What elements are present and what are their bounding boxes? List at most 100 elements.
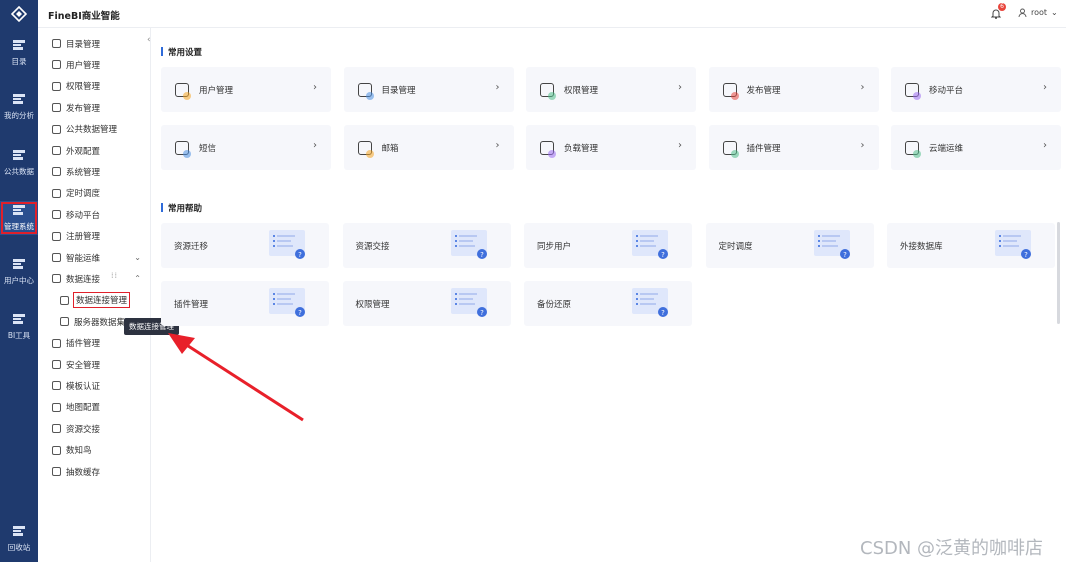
menu-item-icon <box>52 402 61 412</box>
chevron-right-icon: › <box>678 140 682 151</box>
menu-item-icon <box>52 467 61 476</box>
user-menu[interactable]: root ⌄ <box>1018 8 1058 17</box>
card-icon-dot <box>913 92 921 100</box>
rail-label: 用户中心 <box>4 276 34 285</box>
card-icon-dot <box>365 92 374 100</box>
rail-item-1[interactable]: 我的分析 <box>0 90 38 124</box>
menu-item-6[interactable]: 系统管理 <box>38 161 151 182</box>
card-label: 云端运维 <box>929 143 964 154</box>
menu-item-15[interactable]: 安全管理 <box>38 354 151 375</box>
rail-item-4[interactable]: 用户中心 <box>0 255 38 289</box>
card-icon-dot <box>548 150 556 158</box>
svg-text:?: ? <box>661 309 665 317</box>
settings-card[interactable]: 发布管理 › <box>708 67 879 112</box>
menu-item-label: 安全管理 <box>66 360 101 371</box>
card-label: 插件管理 <box>174 300 209 310</box>
menu-item-icon <box>52 231 61 241</box>
chevron-icon: ⌄ <box>134 253 141 262</box>
menu-item-16[interactable]: 模板认证 <box>38 375 151 396</box>
settings-card[interactable]: 目录管理 › <box>343 67 514 112</box>
menu-item-icon <box>52 253 61 262</box>
menu-item-20[interactable]: 抽数缓存 <box>38 461 151 482</box>
menu-item-7[interactable]: 定时调度 <box>38 183 151 204</box>
menu-item-icon <box>52 39 61 48</box>
help-card[interactable]: 定时调度? <box>705 223 874 268</box>
menu-item-18[interactable]: 资源交接 <box>38 418 151 439</box>
menu-item-9[interactable]: 注册管理 <box>38 226 151 247</box>
help-card[interactable]: 同步用户? <box>524 223 692 268</box>
left-rail: 目录我的分析公共数据管理系统用户中心 BI工具回收站 <box>0 0 38 562</box>
section-title-settings: 常用设置 <box>161 46 202 58</box>
settings-card[interactable]: 邮箱 › <box>343 125 514 170</box>
rail-label: 公共数据 <box>4 167 34 176</box>
help-document-icon: ? <box>995 230 1031 259</box>
settings-card[interactable]: 云端运维 › <box>891 125 1061 170</box>
menu-item-2[interactable]: 权限管理 <box>38 76 151 97</box>
help-document-icon: ? <box>450 288 487 317</box>
help-card[interactable]: 资源交接? <box>342 223 511 268</box>
list-icon <box>13 40 25 50</box>
settings-card[interactable]: 负载管理 › <box>526 125 696 170</box>
svg-text:?: ? <box>480 251 484 259</box>
menu-item-19[interactable]: 数知鸟 <box>38 440 151 461</box>
app-title: FineBI商业智能 <box>48 11 120 22</box>
app-logo-icon[interactable] <box>0 0 38 28</box>
help-card[interactable]: 备份还原? <box>524 281 692 326</box>
settings-card[interactable]: 用户管理 › <box>161 67 331 112</box>
settings-card[interactable]: 移动平台 › <box>891 67 1061 112</box>
chevron-right-icon: › <box>495 82 500 93</box>
menu-item-0[interactable]: 目录管理 <box>38 33 151 54</box>
help-document-icon: ? <box>632 288 668 317</box>
menu-item-10[interactable]: 智能运维 ⌄ <box>38 247 151 268</box>
menu-item-label: 定时调度 <box>66 189 101 200</box>
toolbox-icon <box>13 314 25 324</box>
rail-item-3[interactable]: 管理系统 <box>0 201 38 235</box>
card-label: 插件管理 <box>746 143 781 154</box>
help-card[interactable]: 资源迁移? <box>161 223 329 268</box>
menu-item-3[interactable]: 发布管理 <box>38 97 151 118</box>
menu-item-icon <box>60 317 69 327</box>
user-avatar-icon <box>1018 8 1027 17</box>
rail-label: BI工具 <box>7 331 31 340</box>
menu-item-4[interactable]: 公共数据管理 <box>38 119 151 140</box>
help-document-icon: ? <box>632 230 668 259</box>
rail-item-2[interactable]: 公共数据 <box>0 146 38 180</box>
menu-item-14[interactable]: 插件管理 <box>38 333 151 354</box>
annotation-arrow <box>168 333 304 422</box>
menu-item-8[interactable]: 移动平台 <box>38 204 151 225</box>
menu-item-1[interactable]: 用户管理 <box>38 54 151 75</box>
menu-item-label: 系统管理 <box>66 167 101 178</box>
menu-item-icon <box>52 381 61 391</box>
menu-item-icon <box>52 188 61 198</box>
chevron-right-icon: › <box>860 82 865 93</box>
menu-item-icon <box>52 274 61 284</box>
card-icon-dot <box>730 92 739 100</box>
rail-item-6[interactable]: 回收站 <box>0 522 38 556</box>
menu-item-label: 用户管理 <box>66 60 101 71</box>
menu-item-icon <box>52 124 61 134</box>
rail-item-5[interactable]: BI工具 <box>0 310 38 344</box>
menu-item-17[interactable]: 地图配置 <box>38 397 151 418</box>
menu-item-11[interactable]: 数据连接 ⌃ <box>38 268 151 289</box>
chevron-right-icon: › <box>313 140 317 151</box>
help-card[interactable]: 插件管理? <box>161 281 329 326</box>
menu-item-12[interactable]: 数据连接管理 <box>38 290 151 311</box>
settings-card[interactable]: 短信 › <box>161 125 331 170</box>
recycle-icon <box>13 526 25 536</box>
menu-item-label: 模板认证 <box>66 381 101 392</box>
rail-item-0[interactable]: 目录 <box>0 36 38 70</box>
drag-handle-icon[interactable]: ⁞⁞ <box>111 271 118 280</box>
card-label: 同步用户 <box>537 242 572 252</box>
card-label: 移动平台 <box>929 85 964 96</box>
settings-card[interactable]: 插件管理 › <box>708 125 879 170</box>
menu-item-label: 公共数据管理 <box>66 125 118 136</box>
menu-item-label: 插件管理 <box>66 339 101 350</box>
username: root <box>1031 8 1048 17</box>
menu-item-5[interactable]: 外观配置 <box>38 140 151 161</box>
settings-card[interactable]: 权限管理 › <box>526 67 696 112</box>
chevron-right-icon: › <box>1043 140 1047 151</box>
help-card[interactable]: 权限管理? <box>342 281 511 326</box>
card-label: 外接数据库 <box>900 242 943 252</box>
scrollbar[interactable] <box>1057 222 1060 324</box>
help-card[interactable]: 外接数据库? <box>887 223 1055 268</box>
